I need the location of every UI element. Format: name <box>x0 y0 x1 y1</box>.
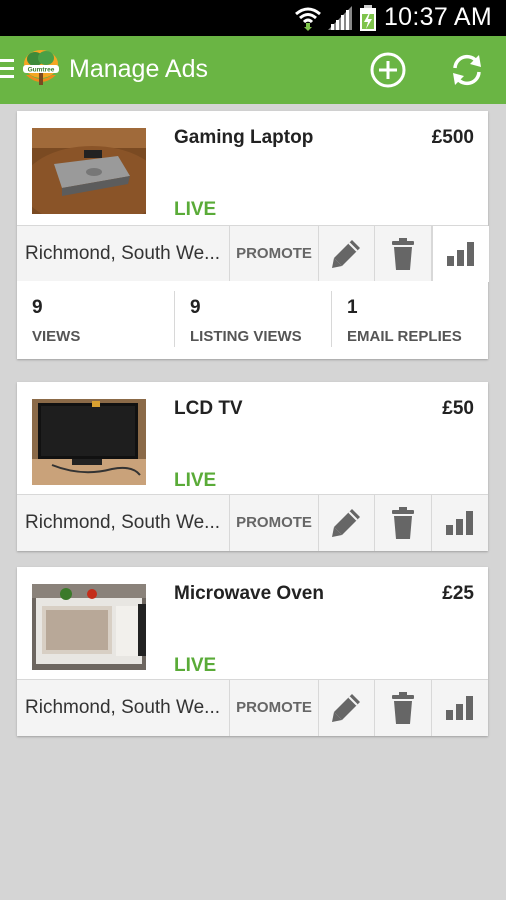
ad-action-row: Richmond, South We... PROMOTE <box>17 494 488 551</box>
promote-button[interactable]: PROMOTE <box>230 680 319 736</box>
delete-button[interactable] <box>375 680 432 736</box>
ad-action-row: Richmond, South We... PROMOTE <box>17 679 488 736</box>
pencil-icon <box>332 694 360 722</box>
stat-email-replies: 1 EMAIL REPLIES <box>331 291 489 347</box>
ad-status-badge: LIVE <box>174 655 217 676</box>
ad-location: Richmond, South We... <box>17 680 230 736</box>
add-circle-icon[interactable] <box>369 51 407 89</box>
ad-status-badge: LIVE <box>174 470 217 491</box>
svg-text:Gumtree: Gumtree <box>28 67 55 74</box>
pencil-icon <box>332 509 360 537</box>
bar-chart-icon <box>447 242 474 266</box>
delete-button[interactable] <box>375 226 432 282</box>
ad-price: £50 <box>442 398 474 419</box>
ad-thumbnail[interactable] <box>32 584 146 670</box>
ad-location: Richmond, South We... <box>17 495 230 551</box>
delete-button[interactable] <box>375 495 432 551</box>
stats-button[interactable] <box>432 680 488 736</box>
wifi-icon <box>295 7 321 31</box>
stat-label: VIEWS <box>32 328 81 345</box>
ad-card[interactable]: LCD TV £50 LIVE Richmond, South We... PR… <box>17 382 488 551</box>
ad-title[interactable]: Gaming Laptop <box>174 127 313 149</box>
ad-stats: 9 VIEWS 9 LISTING VIEWS 1 EMAIL REPLIES <box>17 281 488 359</box>
bar-chart-icon <box>446 511 473 535</box>
ad-action-row: Richmond, South We... PROMOTE <box>17 225 489 282</box>
edit-button[interactable] <box>318 495 375 551</box>
refresh-icon[interactable] <box>448 51 486 89</box>
gumtree-logo[interactable]: Gumtree <box>20 47 62 91</box>
bar-chart-icon <box>446 696 473 720</box>
ad-title[interactable]: LCD TV <box>174 398 243 420</box>
promote-button[interactable]: PROMOTE <box>230 495 319 551</box>
stat-listing-views: 9 LISTING VIEWS <box>174 291 332 347</box>
ad-thumbnail[interactable] <box>32 399 146 485</box>
stat-views: 9 VIEWS <box>17 291 174 347</box>
menu-icon[interactable] <box>0 59 14 81</box>
battery-icon <box>360 5 376 31</box>
edit-button[interactable] <box>318 680 375 736</box>
ad-price: £500 <box>431 127 474 148</box>
action-bar: Gumtree Manage Ads <box>0 36 506 104</box>
page-title: Manage Ads <box>69 55 208 83</box>
signal-icon <box>328 6 352 30</box>
ad-location: Richmond, South We... <box>17 226 230 282</box>
trash-icon <box>392 507 414 539</box>
ad-thumbnail[interactable] <box>32 128 146 214</box>
stat-value: 9 <box>32 297 43 318</box>
edit-button[interactable] <box>318 226 375 282</box>
stats-button[interactable] <box>432 495 488 551</box>
promote-button[interactable]: PROMOTE <box>230 226 319 282</box>
ad-card[interactable]: Microwave Oven £25 LIVE Richmond, South … <box>17 567 488 736</box>
trash-icon <box>392 238 414 270</box>
ad-card[interactable]: Gaming Laptop £500 LIVE Richmond, South … <box>17 111 489 359</box>
stat-label: EMAIL REPLIES <box>347 328 462 345</box>
ad-title[interactable]: Microwave Oven <box>174 583 324 605</box>
stat-value: 1 <box>347 297 358 318</box>
clock: 10:37 AM <box>383 3 492 31</box>
trash-icon <box>392 692 414 724</box>
status-bar: 10:37 AM <box>0 0 506 36</box>
pencil-icon <box>332 240 360 268</box>
stat-label: LISTING VIEWS <box>190 328 302 345</box>
stats-button[interactable] <box>432 226 489 282</box>
ad-status-badge: LIVE <box>174 199 217 220</box>
stat-value: 9 <box>190 297 201 318</box>
ad-price: £25 <box>442 583 474 604</box>
